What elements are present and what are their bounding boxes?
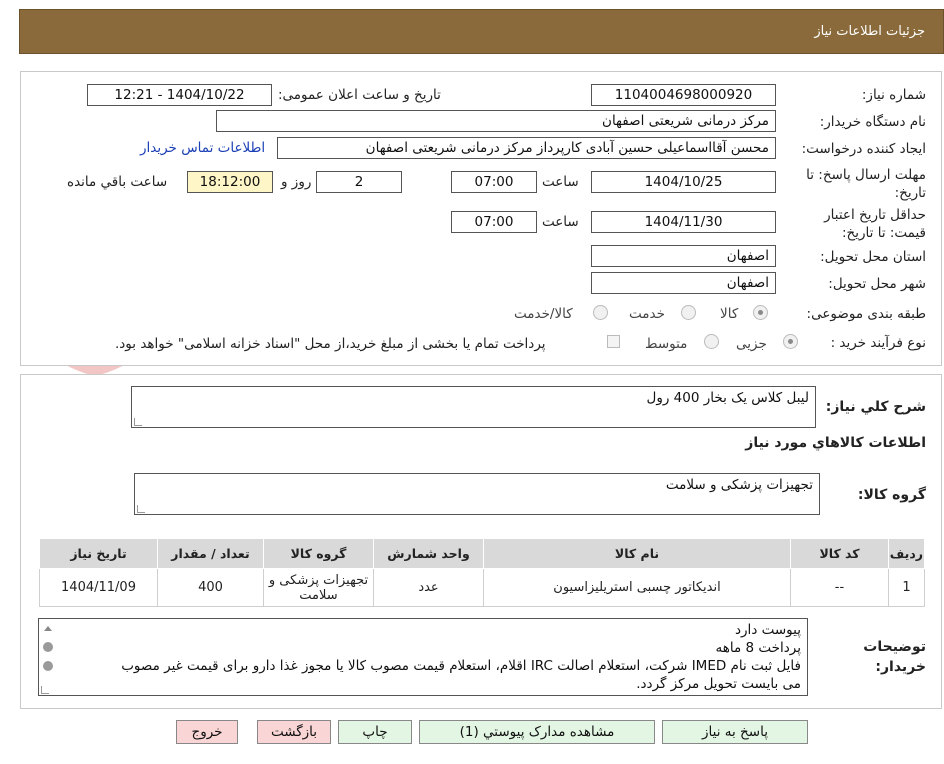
cell-unit: عدد: [373, 568, 484, 607]
deadline-time-field: 07:00: [451, 171, 537, 193]
cell-row-number: 1: [888, 568, 925, 607]
col-header-group: گروه کالا: [263, 538, 374, 569]
announce-datetime-field: 1404/10/22 - 12:21: [87, 84, 272, 106]
validity-time-field: 07:00: [451, 211, 537, 233]
category-label: طبقه بندی موضوعی:: [806, 306, 926, 322]
remaining-time-field: 18:12:00: [187, 171, 273, 193]
city-label: شهر محل تحویل:: [828, 276, 926, 292]
resize-handle[interactable]: [137, 505, 145, 513]
col-header-name: نام کالا: [483, 538, 791, 569]
col-header-row-number: ردیف: [888, 538, 925, 569]
scroll-up-icon[interactable]: [44, 626, 52, 631]
category-radio-goods-service[interactable]: [593, 305, 608, 320]
col-header-code: کد کالا: [790, 538, 889, 569]
process-medium-label: متوسط: [645, 336, 688, 352]
process-radio-small[interactable]: [783, 334, 798, 349]
page-title: جزئیات اطلاعات نیاز: [814, 24, 925, 39]
resize-handle[interactable]: [41, 686, 49, 694]
announce-label: تاریخ و ساعت اعلان عمومی:: [278, 87, 441, 103]
creator-field: محسن آقااسماعیلی حسین آبادی کارپرداز مرک…: [277, 137, 776, 159]
cell-date: 1404/11/09: [39, 568, 158, 607]
goods-group-textarea: تجهیزات پزشکی و سلامت: [134, 473, 820, 515]
deadline-time-label: ساعت: [542, 174, 579, 190]
summary-label: شرح کلي نياز:: [825, 399, 926, 415]
view-attachments-button[interactable]: مشاهده مدارک پیوستي (1): [419, 720, 655, 744]
cell-code: --: [790, 568, 889, 607]
table-header-row: ردیف کد کالا نام کالا واحد شمارش گروه کا…: [39, 538, 925, 569]
process-small-label: جزیی: [736, 336, 767, 352]
validity-time-label: ساعت: [542, 214, 579, 230]
deadline-label: مهلت ارسال پاسخ: تا تاریخ:: [806, 167, 926, 201]
print-button[interactable]: چاپ: [338, 720, 412, 744]
reply-button[interactable]: پاسخ به نیاز: [662, 720, 808, 744]
city-field: اصفهان: [591, 272, 776, 294]
summary-text: لیبل کلاس یک بخار 400 رول: [646, 390, 809, 406]
goods-table: ردیف کد کالا نام کالا واحد شمارش گروه کا…: [39, 538, 925, 607]
cell-name: اندیکاتور چسبی استریلیزاسیون: [483, 568, 791, 607]
deadline-date-field: 1404/10/25: [591, 171, 776, 193]
scroll-thumb-icon[interactable]: [43, 642, 53, 652]
creator-label: ایجاد کننده درخواست:: [801, 141, 926, 157]
buyer-contact-link[interactable]: اطلاعات تماس خریدار: [140, 140, 265, 156]
buyer-notes-label: توضیحات خریدار:: [863, 639, 926, 675]
category-goods-service-label: کالا/خدمت: [514, 306, 573, 322]
validity-label: حداقل تاریخ اعتبار قیمت: تا تاریخ:: [824, 207, 926, 241]
treasury-text: پرداخت تمام یا بخشی از مبلغ خرید،از محل …: [115, 336, 546, 352]
col-header-quantity: تعداد / مقدار: [157, 538, 264, 569]
table-row: 1 -- اندیکاتور چسبی استریلیزاسیون عدد تج…: [39, 568, 925, 607]
col-header-unit: واحد شمارش: [373, 538, 484, 569]
scroll-thumb-icon[interactable]: [43, 661, 53, 671]
remaining-days-field: 2: [316, 171, 402, 193]
goods-group-label: گروه کالا:: [857, 487, 926, 503]
buyer-notes-line-4: می بایست تحویل مرکز گردد.: [636, 676, 801, 692]
category-radio-goods[interactable]: [753, 305, 768, 320]
buyer-org-field: مرکز درمانی شریعتی اصفهان: [216, 110, 776, 132]
goods-group-text: تجهیزات پزشکی و سلامت: [665, 477, 813, 493]
buyer-notes-line-1: پیوست دارد: [735, 622, 801, 638]
category-goods-label: کالا: [720, 306, 739, 322]
back-button[interactable]: بازگشت: [257, 720, 331, 744]
category-service-label: خدمت: [629, 306, 665, 322]
cell-group: تجهیزات پزشکی و سلامت: [263, 568, 374, 607]
page-header: جزئیات اطلاعات نیاز: [19, 9, 944, 54]
need-number-label: شماره نیاز:: [861, 87, 926, 103]
summary-textarea: لیبل کلاس یک بخار 400 رول: [131, 386, 816, 428]
buyer-org-label: نام دستگاه خریدار:: [819, 114, 926, 130]
province-field: اصفهان: [591, 245, 776, 267]
need-number-field: 1104004698000920: [591, 84, 776, 106]
treasury-checkbox[interactable]: [607, 335, 620, 348]
process-label: نوع فرآیند خرید :: [830, 335, 926, 351]
process-radio-medium[interactable]: [704, 334, 719, 349]
goods-info-title: اطلاعات کالاهاي مورد نياز: [745, 435, 926, 451]
province-label: استان محل تحویل:: [820, 249, 926, 265]
remaining-time-label: ساعت باقي مانده: [67, 174, 168, 190]
days-and-label: روز و: [281, 174, 312, 190]
col-header-date: تاریخ نیاز: [39, 538, 158, 569]
notes-scrollbar[interactable]: [39, 619, 57, 695]
buyer-notes-textarea: پیوست دارد پرداخت 8 ماهه فایل ثبت نام IM…: [38, 618, 808, 696]
buyer-notes-line-2: پرداخت 8 ماهه: [715, 640, 801, 656]
cell-quantity: 400: [157, 568, 264, 607]
exit-button[interactable]: خروج: [176, 720, 238, 744]
buyer-notes-line-3: فایل ثبت نام IMED شرکت، استعلام اصالت IR…: [121, 658, 801, 674]
category-radio-service[interactable]: [681, 305, 696, 320]
resize-handle[interactable]: [134, 418, 142, 426]
validity-date-field: 1404/11/30: [591, 211, 776, 233]
